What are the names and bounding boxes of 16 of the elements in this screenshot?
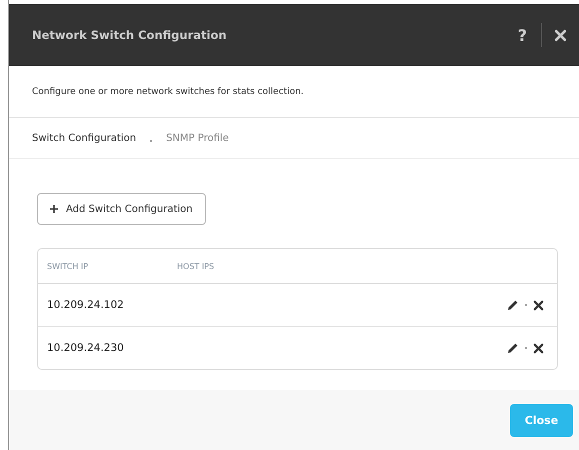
pencil-icon[interactable] [507, 299, 519, 311]
table-cell-text: 10.209.24.102 [47, 299, 125, 311]
pencil-icon[interactable] [507, 342, 519, 354]
table-cell-text: 10.209.24.230 [47, 342, 125, 354]
close-icon[interactable] [554, 28, 567, 42]
plus-icon [50, 205, 58, 213]
column-header: SWITCH IP [47, 262, 90, 270]
description-text: Configure one or more network switches for stats collection. [32, 86, 304, 96]
tab[interactable]: SNMP Profile [166, 132, 229, 144]
column-header: HOST IPS [177, 262, 216, 270]
tab[interactable]: Switch Configuration [32, 132, 136, 144]
add-switch-button[interactable]: Add Switch Configuration [37, 193, 206, 225]
dialog-title: Network Switch Configuration [32, 28, 228, 42]
delete-icon[interactable] [533, 342, 544, 354]
delete-icon[interactable] [533, 300, 544, 310]
help-button[interactable]: ? [504, 26, 541, 44]
